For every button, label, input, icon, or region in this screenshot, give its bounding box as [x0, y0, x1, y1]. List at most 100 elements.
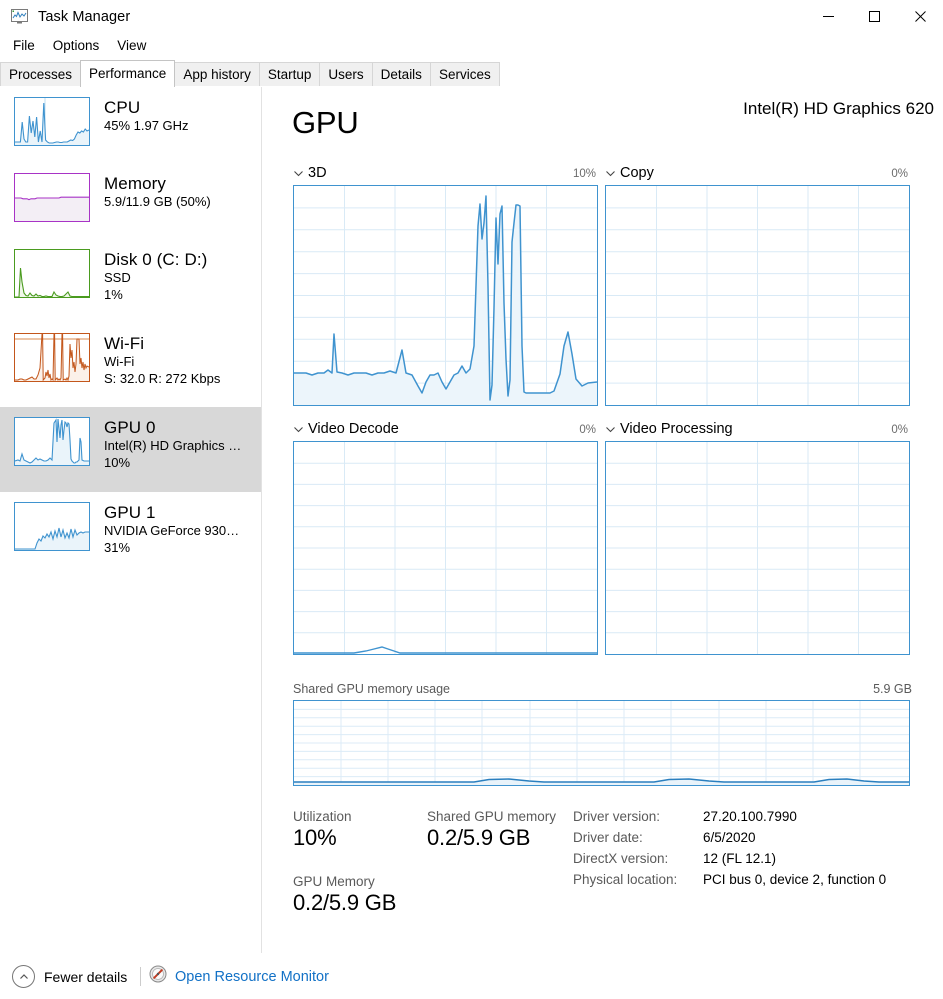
info-physical-location-label: Physical location:	[573, 872, 678, 887]
sidebar-item-gpu-0-sub2: 10%	[104, 454, 131, 470]
graph-label-3d[interactable]: 3D	[293, 165, 327, 181]
tab-startup[interactable]: Startup	[258, 62, 321, 87]
sidebar-item-memory-sub1: 5.9/11.9 GB (50%)	[104, 194, 211, 210]
tab-performance[interactable]: Performance	[80, 60, 176, 87]
menu-options[interactable]: Options	[44, 36, 109, 55]
info-directx-version-value: 12 (FL 12.1)	[703, 851, 777, 866]
info-driver-version-label: Driver version:	[573, 809, 661, 824]
sidebar-item-gpu-1[interactable]: GPU 1 NVIDIA GeForce 930… 31%	[0, 492, 261, 576]
graph-label-copy[interactable]: Copy	[605, 165, 654, 181]
info-directx-version-label: DirectX version:	[573, 851, 669, 866]
gpu-device-name: Intel(R) HD Graphics 620	[743, 99, 934, 118]
graph-video-decode[interactable]	[293, 441, 598, 655]
graph-label-3d-text: 3D	[308, 165, 327, 181]
footer-bar: Fewer details Open Resource Monitor	[0, 953, 943, 999]
sidebar-item-wifi-sub2: S: 32.0 R: 272 Kbps	[104, 370, 221, 386]
open-resource-monitor-label: Open Resource Monitor	[175, 968, 329, 985]
graph-3d[interactable]	[293, 185, 598, 406]
fewer-details-button[interactable]: Fewer details	[12, 965, 127, 988]
minimize-button[interactable]	[805, 0, 851, 33]
page-title: GPU	[292, 105, 359, 140]
graph-label-video-processing[interactable]: Video Processing	[605, 421, 733, 437]
sidebar-item-disk-0-text: Disk 0 (C: D:) SSD 1%	[104, 249, 207, 302]
tab-users[interactable]: Users	[319, 62, 373, 87]
graph-label-video-decode[interactable]: Video Decode	[293, 421, 399, 437]
graph-label-copy-text: Copy	[620, 165, 654, 181]
info-row-directx-version: DirectX version: 12 (FL 12.1)	[573, 851, 933, 866]
sidebar-item-wifi-title: Wi-Fi	[104, 334, 145, 353]
graph-label-video-decode-text: Video Decode	[308, 421, 399, 437]
stat-utilization: Utilization 10%	[293, 809, 352, 851]
resource-sidebar: CPU 45% 1.97 GHz Memory 5.9/11.9 GB (50%…	[0, 87, 261, 953]
title-bar: Task Manager	[0, 0, 943, 33]
sidebar-item-gpu-1-title: GPU 1	[104, 503, 156, 522]
stat-gpu-memory-label: GPU Memory	[293, 874, 375, 889]
menu-view[interactable]: View	[108, 36, 155, 55]
sidebar-item-memory-text: Memory 5.9/11.9 GB (50%)	[104, 173, 211, 210]
info-row-driver-date: Driver date: 6/5/2020	[573, 830, 933, 845]
sidebar-item-disk-0[interactable]: Disk 0 (C: D:) SSD 1%	[0, 239, 261, 323]
menu-bar: File Options View	[0, 33, 943, 58]
info-physical-location-value: PCI bus 0, device 2, function 0	[703, 872, 887, 887]
stat-utilization-label: Utilization	[293, 809, 352, 824]
sidebar-item-gpu-1-sub2: 31%	[104, 539, 131, 555]
gpu-info-block: Driver version: 27.20.100.7990 Driver da…	[573, 809, 933, 887]
sidebar-item-wifi[interactable]: Wi-Fi Wi-Fi S: 32.0 R: 272 Kbps	[0, 323, 261, 407]
shared-memory-max: 5.9 GB	[873, 682, 912, 696]
sidebar-item-gpu-1-text: GPU 1 NVIDIA GeForce 930… 31%	[104, 502, 239, 555]
sidebar-item-disk-0-sub1: SSD	[104, 270, 131, 286]
info-row-physical-location: Physical location: PCI bus 0, device 2, …	[573, 872, 933, 887]
window-controls	[805, 0, 943, 33]
menu-file[interactable]: File	[4, 36, 44, 55]
graph-video-processing[interactable]	[605, 441, 910, 655]
gpu-detail-panel: GPU Intel(R) HD Graphics 620 3D 10% Copy…	[262, 87, 943, 953]
chevron-up-circle-icon	[12, 965, 35, 988]
chevron-down-icon	[293, 167, 304, 178]
sidebar-item-disk-0-title: Disk 0 (C: D:)	[104, 250, 208, 269]
wifi-thumbnail-graph	[14, 333, 90, 382]
sidebar-item-cpu[interactable]: CPU 45% 1.97 GHz	[0, 87, 261, 163]
tab-strip: Processes Performance App history Startu…	[0, 60, 943, 87]
tab-services[interactable]: Services	[429, 62, 500, 87]
tab-details[interactable]: Details	[371, 62, 431, 87]
info-driver-date-label: Driver date:	[573, 830, 643, 845]
task-manager-icon	[10, 9, 28, 25]
close-button[interactable]	[897, 0, 943, 33]
memory-thumbnail-graph	[14, 173, 90, 222]
task-manager-window: Task Manager File Options View Processes…	[0, 0, 943, 999]
stat-shared-gpu-memory-label: Shared GPU memory	[427, 809, 557, 824]
stat-gpu-memory: GPU Memory 0.2/5.9 GB	[293, 874, 396, 916]
gpu0-thumbnail-graph	[14, 417, 90, 466]
sidebar-item-gpu-0-title: GPU 0	[104, 418, 156, 437]
stat-shared-gpu-memory: Shared GPU memory 0.2/5.9 GB	[427, 809, 556, 851]
sidebar-item-gpu-0-text: GPU 0 Intel(R) HD Graphics … 10%	[104, 417, 241, 470]
open-resource-monitor-link[interactable]: Open Resource Monitor	[149, 965, 329, 988]
sidebar-item-cpu-title: CPU	[104, 98, 141, 117]
graph-copy[interactable]	[605, 185, 910, 406]
info-driver-date-value: 6/5/2020	[703, 830, 756, 845]
graph-percent-copy: 0%	[891, 168, 908, 180]
stat-utilization-value: 10%	[293, 825, 337, 850]
graph-percent-video-processing: 0%	[891, 424, 908, 436]
sidebar-item-wifi-sub1: Wi-Fi	[104, 354, 135, 370]
info-driver-version-value: 27.20.100.7990	[703, 809, 797, 824]
chevron-down-icon	[605, 423, 616, 434]
graph-shared-gpu-memory[interactable]	[293, 700, 910, 786]
sidebar-item-gpu-0-sub1: Intel(R) HD Graphics …	[104, 438, 242, 454]
content-area: CPU 45% 1.97 GHz Memory 5.9/11.9 GB (50%…	[0, 87, 943, 953]
sidebar-item-cpu-text: CPU 45% 1.97 GHz	[104, 97, 189, 134]
stat-gpu-memory-value: 0.2/5.9 GB	[293, 890, 397, 915]
sidebar-item-memory[interactable]: Memory 5.9/11.9 GB (50%)	[0, 163, 261, 239]
tab-processes[interactable]: Processes	[0, 62, 82, 87]
disk-thumbnail-graph	[14, 249, 90, 298]
sidebar-item-disk-0-sub2: 1%	[104, 286, 123, 302]
tab-app-history[interactable]: App history	[174, 62, 260, 87]
sidebar-item-memory-title: Memory	[104, 174, 166, 193]
sidebar-item-gpu-0[interactable]: GPU 0 Intel(R) HD Graphics … 10%	[0, 407, 261, 492]
resource-monitor-icon	[149, 965, 167, 988]
maximize-button[interactable]	[851, 0, 897, 33]
cpu-thumbnail-graph	[14, 97, 90, 146]
chevron-down-icon	[293, 423, 304, 434]
sidebar-item-gpu-1-sub1: NVIDIA GeForce 930…	[104, 523, 240, 539]
sidebar-item-wifi-text: Wi-Fi Wi-Fi S: 32.0 R: 272 Kbps	[104, 333, 220, 386]
